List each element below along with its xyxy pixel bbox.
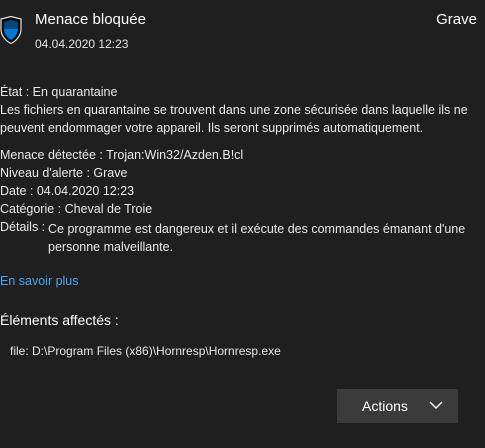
threat-category: Catégorie : Cheval de Troie [0,202,153,216]
threat-date: 04.04.2020 12:23 [35,37,129,51]
quarantine-description: Les fichiers en quarantaine se trouvent … [0,103,468,135]
actions-button[interactable]: Actions [337,389,458,423]
actions-label: Actions [362,398,408,414]
alert-level: Niveau d'alerte : Grave [0,166,128,180]
chevron-down-icon [429,401,443,410]
details-value: Ce programme est dangereux et il exécute… [48,222,466,254]
affected-item: file: D:\Program Files (x86)\Hornresp\Ho… [10,344,281,358]
affected-items-heading: Éléments affectés : [0,312,119,328]
learn-more-link[interactable]: En savoir plus [0,274,79,288]
threat-title: Menace bloquée [35,11,146,28]
quarantine-status: État : En quarantaine [0,85,118,99]
shield-icon [0,16,22,44]
details-label: Détails : [0,220,46,234]
detection-date: Date : 04.04.2020 12:23 [0,184,135,198]
severity-label: Grave [436,11,477,28]
detected-threat: Menace détectée : Trojan:Win32/Azden.B!c… [0,148,244,162]
